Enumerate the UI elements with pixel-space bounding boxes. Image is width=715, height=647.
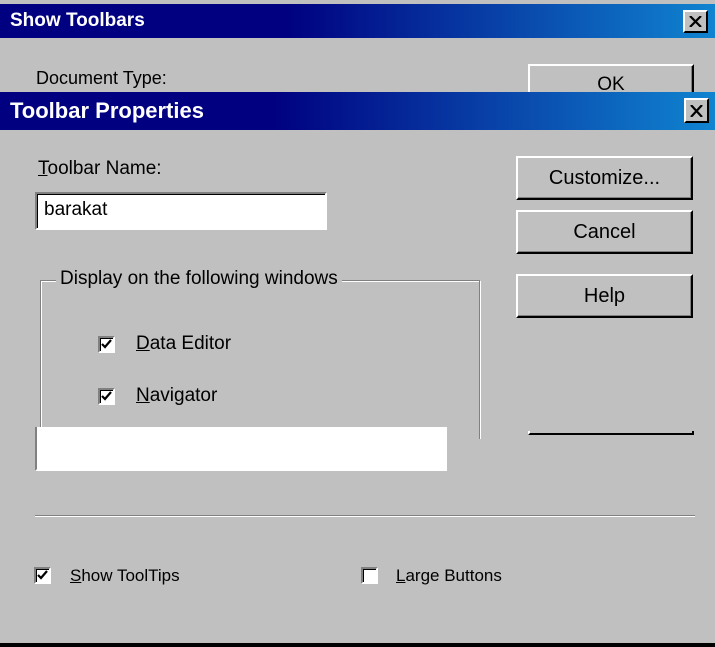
- navigator-label[interactable]: Navigator: [136, 385, 217, 407]
- cancel-button[interactable]: Cancel: [516, 210, 693, 254]
- show-tooltips-checkbox[interactable]: [34, 567, 51, 584]
- toolbar-properties-dialog: Toolbar Properties Toolbar Name: barakat…: [0, 92, 715, 439]
- customize-button[interactable]: Customize...: [516, 156, 693, 200]
- show-toolbars-close-button[interactable]: [683, 10, 708, 33]
- toolbar-name-value: barakat: [44, 199, 108, 220]
- close-icon: [690, 104, 703, 117]
- large-buttons-label[interactable]: Large Buttons: [396, 566, 502, 586]
- toolbar-properties-title: Toolbar Properties: [10, 98, 204, 123]
- customize-button-label: Customize...: [548, 166, 661, 189]
- toolbar-name-label: Toolbar Name:: [38, 158, 162, 179]
- document-type-label: Document Type:: [36, 68, 167, 88]
- close-icon: [689, 16, 702, 27]
- data-editor-checkbox[interactable]: [98, 336, 115, 353]
- window-bottom-edge: [0, 643, 715, 647]
- toolbar-name-field[interactable]: barakat: [35, 192, 327, 230]
- display-windows-groupbox: [40, 280, 480, 439]
- document-type-list[interactable]: [35, 427, 447, 471]
- checkmark-icon: [101, 391, 112, 401]
- display-windows-legend: Display on the following windows: [56, 268, 342, 290]
- large-buttons-checkbox[interactable]: [361, 567, 378, 584]
- show-tooltips-label[interactable]: Show ToolTips: [70, 566, 180, 586]
- toolbar-properties-titlebar[interactable]: Toolbar Properties: [0, 92, 715, 130]
- data-editor-label[interactable]: Data Editor: [136, 333, 231, 355]
- navigator-checkbox[interactable]: [98, 388, 115, 405]
- cancel-button-label: Cancel: [573, 220, 636, 243]
- help-button-label: Help: [583, 284, 626, 307]
- show-toolbars-title: Show Toolbars: [10, 10, 145, 31]
- options-separator: [35, 515, 695, 517]
- checkmark-icon: [101, 339, 112, 349]
- show-toolbars-titlebar[interactable]: Show Toolbars: [0, 4, 715, 38]
- checkmark-icon: [37, 570, 48, 580]
- toolbar-properties-close-button[interactable]: [684, 98, 709, 123]
- help-button[interactable]: Help: [516, 274, 693, 318]
- ok-button-bottom-edge: [528, 431, 694, 435]
